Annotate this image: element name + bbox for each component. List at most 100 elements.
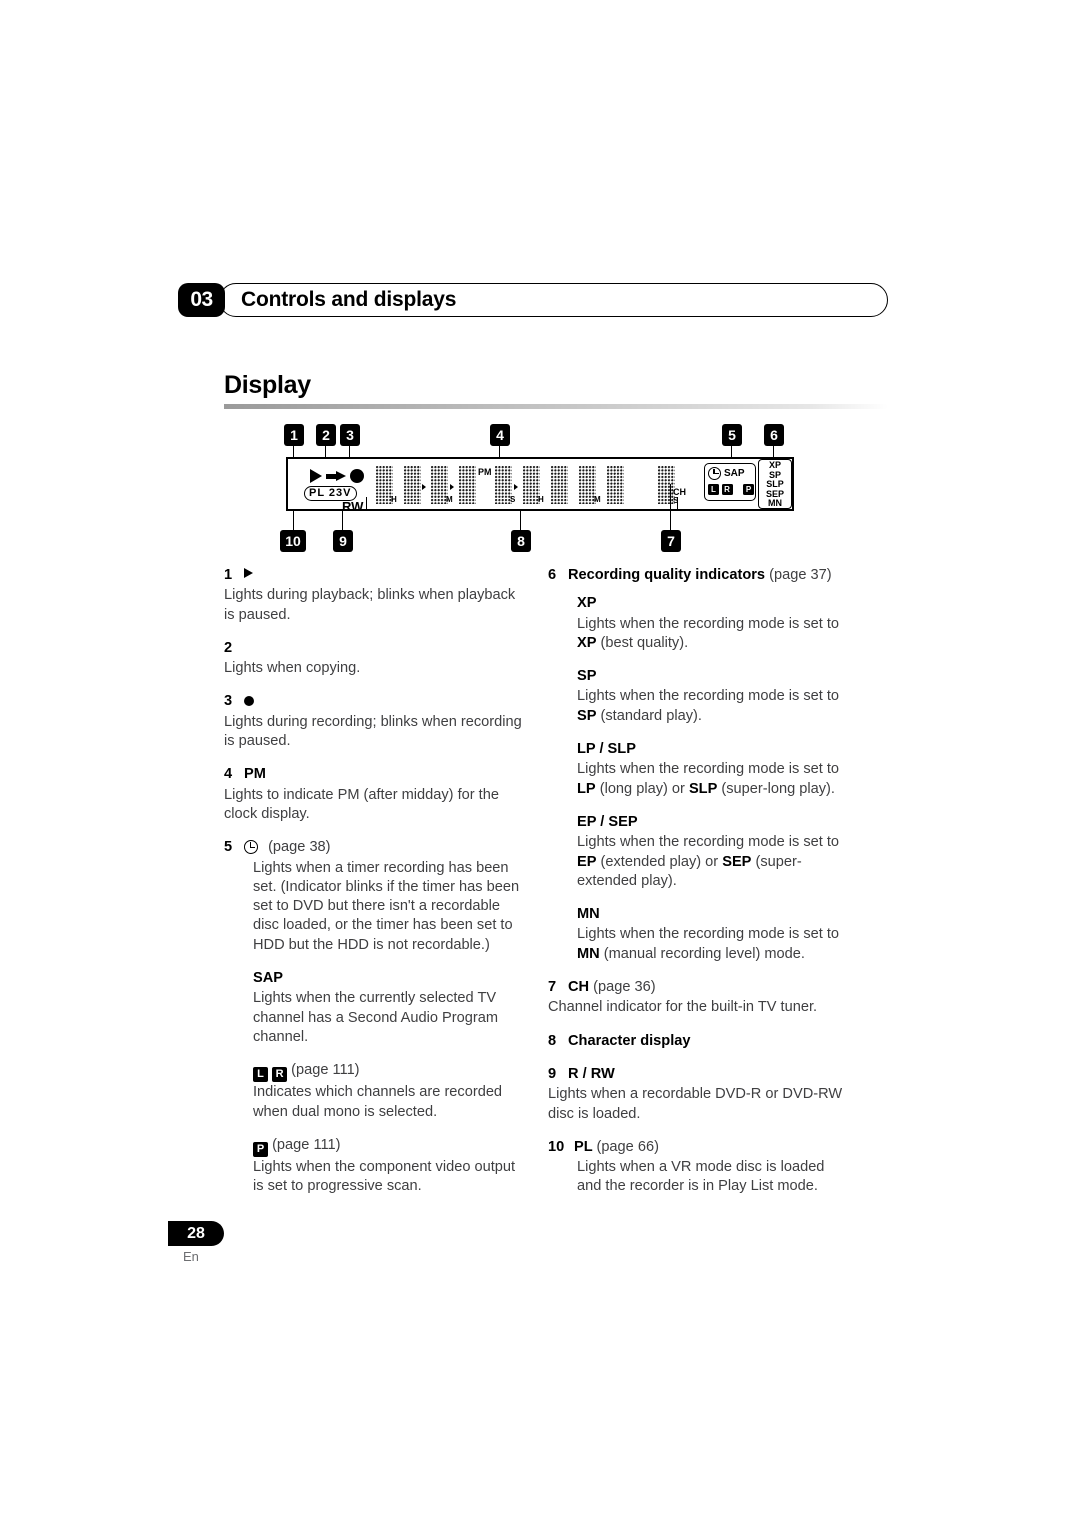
entry-5-head: 5 (page 38) (224, 838, 524, 857)
callout-3: 3 (340, 424, 360, 446)
pm-indicator: PM (478, 467, 492, 477)
status-indicator-box: SAP L R P (704, 463, 756, 501)
mn-body-post: (manual recording level) mode. (599, 945, 805, 962)
leader-10 (293, 511, 295, 531)
entry-3: 3 Lights during recording; blinks when r… (224, 692, 524, 751)
lpslp-body-bold2: SLP (688, 780, 718, 797)
entry-10-label: PL (574, 1138, 593, 1155)
front-panel-display-diagram: 1 2 3 4 5 6 PL 23V RW H M PM S H M S CH … (278, 424, 800, 556)
xp-body-pre: Lights when the recording mode is set to (577, 615, 840, 632)
epsep-body-mid: (extended play) or (596, 853, 723, 870)
entry-9-number: 9 (548, 1065, 557, 1082)
record-dot-icon (244, 696, 254, 707)
callout-2: 2 (316, 424, 336, 446)
xp-body-post: (best quality). (596, 634, 689, 651)
entry-10-body: Lights when a VR mode disc is loaded and… (577, 1159, 825, 1195)
sap-indicator: SAP (724, 468, 745, 479)
separator-triangle-icon (422, 484, 426, 490)
epsep-body-bold2: SEP (722, 853, 752, 870)
sp-body: Lights when the recording mode is set to… (577, 687, 848, 726)
entry-6-label: Recording quality indicators (568, 567, 766, 583)
r-channel-icon: R (721, 484, 733, 495)
progressive-icon: P (743, 484, 754, 495)
entry-9-label: R / RW (568, 1065, 615, 1082)
entry-5-page: (page 38) (268, 839, 331, 856)
entry-7: 7 CH (page 36) Channel indicator for the … (548, 978, 848, 1018)
callout-5: 5 (722, 424, 742, 446)
ch-indicator: CH (673, 487, 686, 497)
entry-8: 8 Character display (548, 1032, 848, 1051)
entry-9-head: 9 R / RW (548, 1065, 848, 1084)
entry-7-label: CH (568, 979, 590, 996)
epsep-body-bold: EP (577, 853, 597, 870)
entry-5: 5 (page 38) Lights when a timer recordin… (224, 838, 524, 1196)
entry-6: 6 Recording quality indicators (page 37) … (548, 566, 848, 964)
progressive-subheading: P (page 111) (253, 1136, 524, 1157)
callout-6: 6 (764, 424, 784, 446)
lpslp-body-bold: LP (577, 780, 596, 797)
language-label: En (183, 1249, 199, 1264)
progressive-icon: P (253, 1141, 268, 1157)
epsep-head: EP / SEP (577, 813, 638, 830)
lr-page: (page 111) (291, 1062, 360, 1079)
lpslp-head: LP / SLP (577, 741, 636, 758)
separator-triangle-icon (450, 484, 454, 490)
copy-arrow-icon (326, 471, 346, 481)
rw-indicator: RW (342, 499, 364, 514)
quality-mode-ep-sep: EP / SEP Lights when the recording mode … (577, 813, 848, 891)
left-text-column: 1 Lights during playback; blinks when pl… (224, 566, 524, 1196)
epsep-body: Lights when the recording mode is set to… (577, 833, 848, 891)
callout-9: 9 (333, 530, 353, 552)
chapter-number-badge: 03 (178, 283, 225, 317)
lr-subheading: L R (page 111) (253, 1061, 524, 1083)
entry-6-page: (page 37) (769, 567, 832, 583)
mn-body: Lights when the recording mode is set to… (577, 925, 848, 964)
lpslp-body-mid: (long play) or (595, 780, 689, 797)
entry-2-body: Lights when copying. (224, 660, 361, 677)
entry-10-page: (page 66) (596, 1138, 659, 1155)
l-channel-icon: L (708, 484, 719, 495)
xp-body: Lights when the recording mode is set to… (577, 615, 848, 654)
entry-3-body: Lights during recording; blinks when rec… (224, 713, 522, 750)
section-divider (224, 404, 888, 409)
clock-icon (244, 840, 258, 855)
entry-6-head: 6 Recording quality indicators (page 37) (548, 566, 848, 585)
play-triangle-icon (244, 568, 253, 578)
entry-3-head: 3 (224, 692, 524, 711)
xp-head: XP (577, 595, 597, 612)
entry-2-number: 2 (224, 639, 233, 656)
entry-2-head: 2 (224, 639, 524, 658)
lpslp-body-pre: Lights when the recording mode is set to (577, 761, 840, 778)
section-title: Display (224, 371, 311, 399)
recording-quality-box: XP SP SLP SEP MN (758, 459, 792, 509)
callout-1: 1 (284, 424, 304, 446)
progressive-body: Lights when the component video output i… (253, 1158, 516, 1195)
entry-4-head: 4 PM (224, 765, 524, 784)
entry-1-body: Lights during playback; blinks when play… (224, 587, 516, 623)
entry-5-body: Lights when a timer recording has been s… (253, 859, 520, 953)
chapter-header: 03 Controls and displays (178, 283, 888, 317)
entry-10: 10 PL (page 66) Lights when a VR mode dis… (548, 1138, 848, 1197)
entry-4-body: Lights to indicate PM (after midday) for… (224, 786, 499, 822)
lpslp-body: Lights when the recording mode is set to… (577, 760, 848, 799)
separator-triangle-icon (514, 484, 518, 490)
epsep-body-pre: Lights when the recording mode is set to (577, 834, 840, 851)
channel-indicator-row: L R P (708, 484, 754, 495)
leader-9 (342, 511, 344, 531)
entry-7-number: 7 (548, 979, 557, 996)
entry-8-label: Character display (568, 1032, 691, 1049)
entry-8-number: 8 (548, 1032, 557, 1049)
sp-body-bold: SP (577, 707, 597, 724)
callout-10: 10 (280, 530, 306, 552)
entry-7-page: (page 36) (593, 979, 656, 996)
entry-7-body: Channel indicator for the built-in TV tu… (548, 999, 818, 1016)
progressive-page: (page 111) (272, 1136, 341, 1153)
entry-8-head: 8 Character display (548, 1032, 848, 1051)
play-triangle-icon (310, 469, 322, 483)
entry-9: 9 R / RW Lights when a recordable DVD-R o… (548, 1065, 848, 1124)
entry-3-number: 3 (224, 693, 233, 710)
entry-7-head: 7 CH (page 36) (548, 978, 848, 997)
page-number-tab: 28 (168, 1221, 224, 1246)
sap-subheading: SAP (253, 970, 284, 987)
leader-8 (520, 509, 522, 530)
